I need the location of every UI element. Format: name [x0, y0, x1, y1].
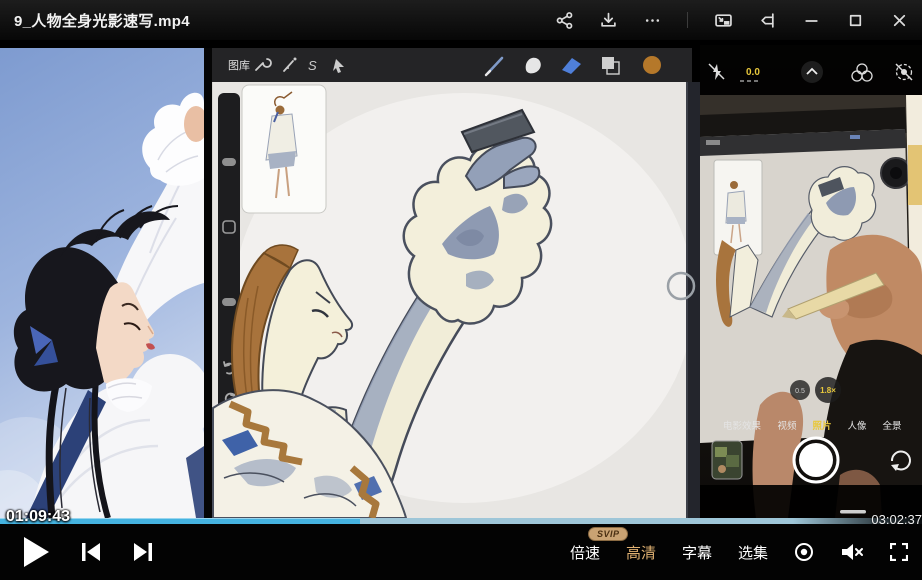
- titlebar-buttons: [555, 11, 908, 29]
- play-button[interactable]: [22, 536, 50, 568]
- maximize-icon[interactable]: [846, 11, 864, 29]
- procreate-toolbar: 图库 S: [212, 48, 692, 82]
- reference-photo-illustration: [0, 48, 204, 518]
- mode-pano: 全景: [882, 420, 901, 432]
- svg-text:0.5: 0.5: [795, 388, 805, 395]
- episodes-button[interactable]: 选集: [738, 542, 768, 563]
- home-indicator: [840, 510, 866, 514]
- fullscreen-icon[interactable]: [890, 543, 908, 561]
- record-target-icon[interactable]: [794, 542, 814, 562]
- close-icon[interactable]: [890, 11, 908, 29]
- phone-camera-pane: 0.0 0.5: [700, 45, 922, 518]
- reference-card: [242, 85, 326, 213]
- zoom-wide-button: 0.5: [790, 380, 810, 400]
- svip-badge: SVIP: [588, 527, 629, 541]
- quality-button[interactable]: 高清: [626, 542, 656, 563]
- titlebar-separator: [687, 12, 688, 28]
- video-title: 9_人物全身光影速写.mp4: [14, 10, 190, 31]
- color-swatch: [643, 56, 661, 74]
- brush-size-slider: [222, 158, 236, 166]
- minimize-icon[interactable]: [802, 11, 820, 29]
- mode-photo-selected: 照片: [812, 420, 831, 432]
- phone-camera-illustration: 0.0 0.5: [700, 45, 922, 518]
- share-icon[interactable]: [555, 11, 573, 29]
- selection-tool-icon: S: [308, 58, 317, 73]
- exposure-value: 0.0: [746, 67, 760, 78]
- next-button[interactable]: [132, 541, 154, 563]
- procreate-illustration: 图库 S: [204, 48, 700, 518]
- control-bar: 倍速 SVIP 高清 字幕 选集: [0, 524, 922, 580]
- picture-in-picture-icon[interactable]: [714, 11, 732, 29]
- svg-text:1.8×: 1.8×: [820, 386, 836, 395]
- gallery-thumbnail: [712, 441, 742, 479]
- subtitles-button[interactable]: 字幕: [682, 542, 712, 563]
- mute-icon[interactable]: [840, 542, 864, 562]
- mode-portrait: 人像: [847, 420, 867, 432]
- reference-photo-pane: [0, 48, 204, 518]
- video-surface[interactable]: 图库 S: [0, 40, 922, 524]
- titlebar: 9_人物全身光影速写.mp4: [0, 0, 922, 40]
- previous-button[interactable]: [80, 541, 102, 563]
- download-icon[interactable]: [599, 11, 617, 29]
- speed-button[interactable]: 倍速: [570, 545, 600, 562]
- gallery-button: 图库: [228, 59, 250, 72]
- opacity-slider: [222, 298, 236, 306]
- detach-panel-icon[interactable]: [758, 11, 776, 29]
- zoom-tele-button: 1.8×: [815, 377, 841, 403]
- procreate-screen-pane: 图库 S: [204, 48, 700, 518]
- camera-options-chevron: [801, 61, 823, 83]
- mode-cinematic: 电影效果: [723, 420, 762, 432]
- player-window: 9_人物全身光影速写.mp4: [0, 0, 922, 580]
- more-icon[interactable]: [643, 11, 661, 29]
- mode-video: 视频: [777, 420, 797, 432]
